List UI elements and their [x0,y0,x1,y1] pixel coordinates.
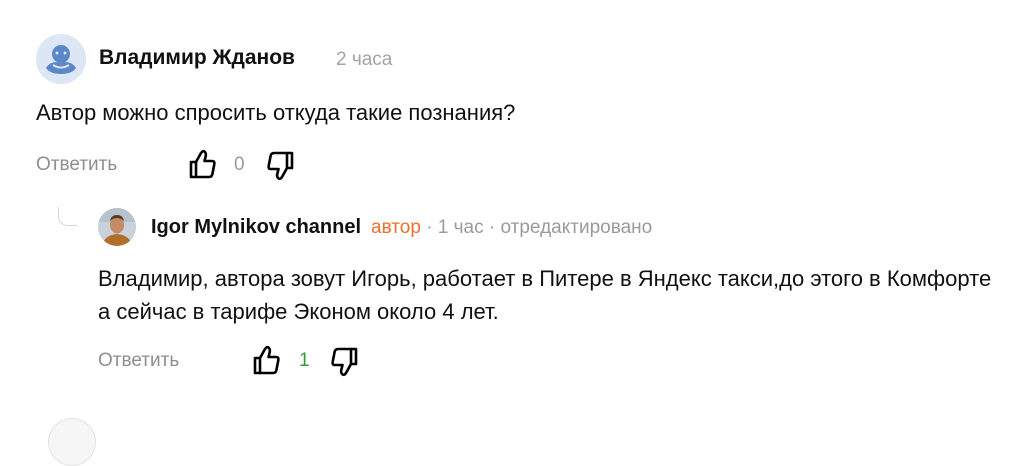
comment-time: 2 часа [336,49,393,70]
comment-author[interactable]: Владимир Жданов [99,46,295,70]
reply-time-edited: · 1 час · отредактировано [420,217,653,238]
reply-author[interactable]: Igor Mylnikov channel [151,216,361,238]
dislike-button[interactable] [266,150,296,182]
thumbs-up-icon [189,149,216,179]
reply-button[interactable]: Ответить [98,350,179,372]
thumbs-down-icon [331,347,358,377]
next-comment-avatar [48,418,96,466]
like-button[interactable] [251,344,281,376]
dislike-button[interactable] [330,346,360,378]
like-button[interactable] [187,148,217,180]
reply-avatar[interactable] [98,208,136,246]
reply-button[interactable]: Ответить [36,154,117,176]
like-count: 0 [234,154,245,175]
user-photo-avatar [98,208,136,246]
avatar[interactable] [36,34,86,84]
comment-text: Автор можно спросить откуда такие познан… [36,100,516,125]
thumbs-down-icon [267,151,294,181]
reply-meta: Igor Mylnikov channel автор · 1 час · отр… [151,216,652,239]
reply-text: Владимир, автора зовут Игорь, работает в… [98,266,992,324]
like-count: 1 [299,350,310,371]
default-avatar-icon [36,34,86,84]
author-badge: автор [371,217,421,238]
thumbs-up-icon [253,345,280,375]
thread-connector [58,207,77,226]
